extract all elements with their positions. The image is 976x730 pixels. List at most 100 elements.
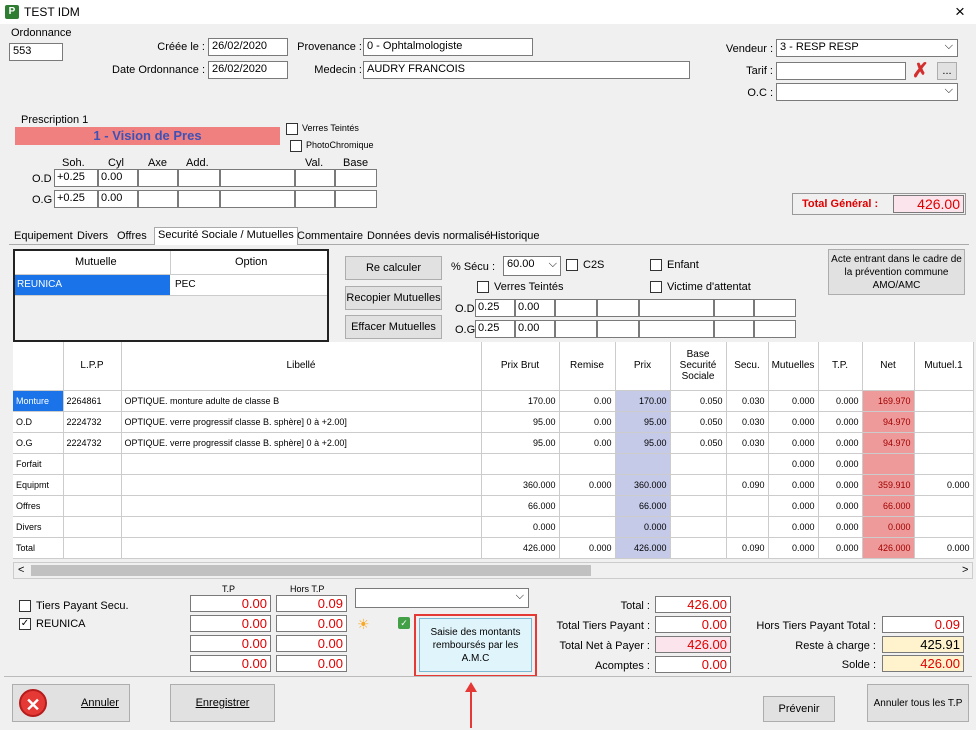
mut-og-v1[interactable]: 0.25 xyxy=(475,320,515,338)
table-row[interactable]: O.G 2224732 OPTIQUE. verre progressif cl… xyxy=(13,432,974,454)
prevenir-button[interactable]: Prévenir xyxy=(763,696,835,722)
col-soh: Soh. xyxy=(62,157,85,169)
tab-historique[interactable]: Historique xyxy=(487,229,543,245)
mut-og-c7[interactable] xyxy=(754,320,796,338)
table-row[interactable]: Total 426.000 0.000 426.000 0.090 0.000 … xyxy=(13,537,974,559)
od-add[interactable] xyxy=(178,169,220,187)
scroll-right-icon[interactable]: > xyxy=(962,564,968,576)
scrollbar-thumb[interactable] xyxy=(31,565,591,576)
mut-og-c3[interactable] xyxy=(555,320,597,338)
table-row[interactable]: Divers 0.000 0.000 0.000 0.000 0.000 xyxy=(13,516,974,538)
victime-checkbox[interactable] xyxy=(650,281,662,293)
photochromique-checkbox[interactable] xyxy=(290,140,302,152)
od-soh[interactable]: +0.25 xyxy=(54,169,98,187)
chevron-down-icon: ⌵ xyxy=(548,258,557,270)
og-base[interactable] xyxy=(335,190,377,208)
creee-field[interactable]: 26/02/2020 xyxy=(208,38,288,56)
reunica-checkbox[interactable]: ✓ xyxy=(19,618,31,630)
og-extra[interactable] xyxy=(220,190,295,208)
og-cyl[interactable]: 0.00 xyxy=(98,190,138,208)
hors-tp-value[interactable]: 0.00 xyxy=(276,655,347,672)
mut-od-c3[interactable] xyxy=(555,299,597,317)
od-axe[interactable] xyxy=(138,169,178,187)
row-mutuelles: 0.000 xyxy=(768,537,819,559)
mut-od-c5[interactable] xyxy=(639,299,714,317)
row-lpp: 2224732 xyxy=(63,411,122,433)
ordonnance-field[interactable]: 553 xyxy=(9,43,63,61)
verres-teintes-mut-label: Verres Teintés xyxy=(494,281,564,293)
tp-value[interactable]: 0.00 xyxy=(190,595,271,612)
tiers-payant-secu-checkbox[interactable] xyxy=(19,600,31,612)
od-val[interactable] xyxy=(295,169,335,187)
od-base[interactable] xyxy=(335,169,377,187)
horizontal-scrollbar[interactable]: < > xyxy=(13,562,973,579)
verres-teintes-checkbox[interactable] xyxy=(286,123,298,135)
col-option: Option xyxy=(235,256,268,268)
scroll-left-icon[interactable]: < xyxy=(18,564,24,576)
tarif-field[interactable] xyxy=(776,62,906,80)
oc-select[interactable]: ⌵ xyxy=(776,83,958,101)
og-axe[interactable] xyxy=(138,190,178,208)
tab-offres[interactable]: Offres xyxy=(114,229,150,245)
amc-select[interactable]: ⌵ xyxy=(355,588,529,608)
verres-teintes-mut-checkbox[interactable] xyxy=(477,281,489,293)
recalculer-button[interactable]: Re calculer xyxy=(345,256,442,280)
annuler-tous-tp-button[interactable]: Annuler tous les T.P xyxy=(867,684,969,722)
tab-divers[interactable]: Divers xyxy=(74,229,111,245)
medecin-field[interactable]: AUDRY FRANCOIS xyxy=(363,61,690,79)
hors-tp-value[interactable]: 0.00 xyxy=(276,635,347,652)
tab-secu-mutuelles[interactable]: Securité Sociale / Mutuelles xyxy=(154,227,298,245)
recopier-mutuelles-button[interactable]: Recopier Mutuelles xyxy=(345,286,442,310)
mut-od-c4[interactable] xyxy=(597,299,639,317)
mut-od-v1[interactable]: 0.25 xyxy=(475,299,515,317)
table-row[interactable]: Equipmt 360.000 0.000 360.000 0.090 0.00… xyxy=(13,474,974,496)
hors-tp-value[interactable]: 0.09 xyxy=(276,595,347,612)
solde-label: Solde : xyxy=(841,659,876,671)
row-prix: 360.000 xyxy=(615,474,671,496)
mut-od-c6[interactable] xyxy=(714,299,754,317)
table-row[interactable]: Forfait 0.000 0.000 xyxy=(13,453,974,475)
vision-banner: 1 - Vision de Pres xyxy=(15,127,280,145)
table-row[interactable]: Offres 66.000 66.000 0.000 0.000 66.000 xyxy=(13,495,974,517)
pct-secu-select[interactable]: 60.00 ⌵ xyxy=(503,256,561,276)
hors-tp-value[interactable]: 0.00 xyxy=(276,615,347,632)
row-remise: 0.00 xyxy=(559,390,616,412)
og-add[interactable] xyxy=(178,190,220,208)
c2s-checkbox[interactable] xyxy=(566,259,578,271)
og-soh[interactable]: +0.25 xyxy=(54,190,98,208)
tab-equipement[interactable]: Equipement xyxy=(11,229,76,245)
saisie-montants-amc-button[interactable]: Saisie des montants remboursés par les A… xyxy=(419,618,532,672)
mut-od-c7[interactable] xyxy=(754,299,796,317)
mut-od-v2[interactable]: 0.00 xyxy=(515,299,555,317)
tab-donnees-devis[interactable]: Données devis normalisé xyxy=(364,229,494,245)
vendeur-select[interactable]: 3 - RESP RESP ⌵ xyxy=(776,39,958,57)
mutuelle-row[interactable]: REUNICA PEC xyxy=(15,275,327,296)
clear-tarif-icon[interactable]: ✗ xyxy=(912,58,929,83)
annuler-button[interactable]: ✕ Annuler xyxy=(12,684,130,722)
tp-value[interactable]: 0.00 xyxy=(190,615,271,632)
mut-og-v2[interactable]: 0.00 xyxy=(515,320,555,338)
mut-og-c5[interactable] xyxy=(639,320,714,338)
provenance-field[interactable]: 0 - Ophtalmologiste xyxy=(363,38,533,56)
row-mutuelles: 0.000 xyxy=(768,453,819,475)
tarif-more-button[interactable]: ... xyxy=(937,62,957,80)
og-val[interactable] xyxy=(295,190,335,208)
reste-label: Reste à charge : xyxy=(795,640,876,652)
od-cyl[interactable]: 0.00 xyxy=(98,169,138,187)
effacer-mutuelles-button[interactable]: Effacer Mutuelles xyxy=(345,315,442,339)
od-extra[interactable] xyxy=(220,169,295,187)
table-row[interactable]: Monture 2264861 OPTIQUE. monture adulte … xyxy=(13,390,974,412)
thumbs-up-icon[interactable]: ✓ xyxy=(398,617,410,629)
mut-og-c6[interactable] xyxy=(714,320,754,338)
enfant-checkbox[interactable] xyxy=(650,259,662,271)
enregistrer-button[interactable]: Enregistrer xyxy=(170,684,275,722)
tp-value[interactable]: 0.00 xyxy=(190,655,271,672)
close-icon[interactable]: × xyxy=(955,2,965,22)
date-ord-field[interactable]: 26/02/2020 xyxy=(208,61,288,79)
table-row[interactable]: O.D 2224732 OPTIQUE. verre progressif cl… xyxy=(13,411,974,433)
acte-prevention-box[interactable]: Acte entrant dans le cadre de la prévent… xyxy=(828,249,965,295)
tp-value[interactable]: 0.00 xyxy=(190,635,271,652)
tab-commentaire[interactable]: Commentaire xyxy=(294,229,366,245)
mut-og-c4[interactable] xyxy=(597,320,639,338)
sun-icon[interactable]: ☀ xyxy=(357,616,370,633)
